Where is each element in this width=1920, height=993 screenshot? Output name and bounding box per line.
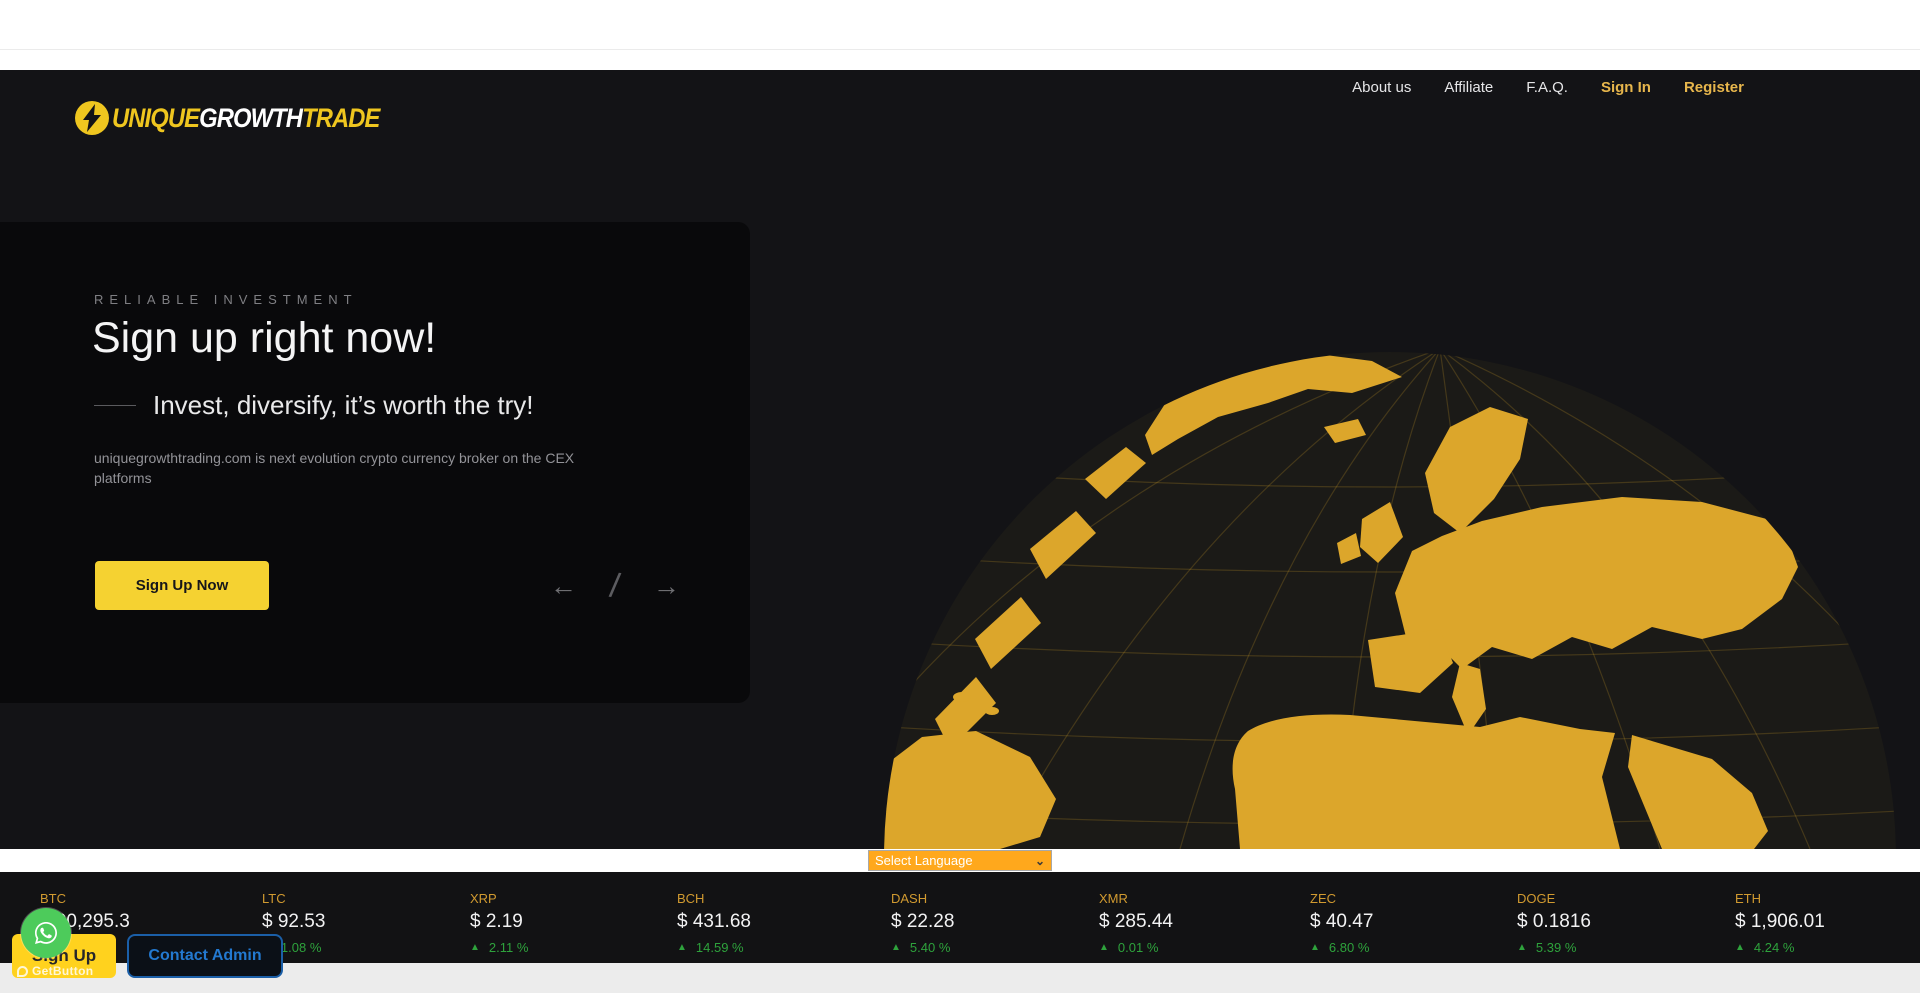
ticker-symbol: BCH [677, 891, 751, 906]
top-divider [0, 49, 1920, 50]
nav-sign-in[interactable]: Sign In [1601, 79, 1651, 96]
logo-bolt-icon [74, 100, 110, 136]
chevron-down-icon: ⌄ [1035, 854, 1045, 868]
up-triangle-icon: ▲ [677, 942, 687, 953]
carousel-controls: ← / → [550, 558, 680, 614]
hero-kicker: RELIABLE INVESTMENT [94, 292, 358, 307]
language-strip: Select Language ⌄ [0, 849, 1920, 872]
ticker-price: $ 92.53 [262, 911, 325, 933]
ticker-change: ▲ 14.59 % [677, 940, 751, 955]
ticker-price: $ 431.68 [677, 911, 751, 933]
nav-register[interactable]: Register [1684, 79, 1744, 96]
crypto-ticker: BTC $ 90,295.3 ▲ LTC $ 92.53 ▲ 1.08 % XR… [0, 872, 1920, 963]
ticker-item-bch: BCH $ 431.68 ▲ 14.59 % [677, 891, 751, 955]
bottom-strip [0, 963, 1920, 993]
ticker-symbol: ETH [1735, 891, 1825, 906]
ticker-price: $ 40.47 [1310, 911, 1373, 933]
top-navigation: About us Affiliate F.A.Q. Sign In Regist… [1352, 70, 1744, 104]
hero-card: RELIABLE INVESTMENT Sign up right now! I… [0, 222, 750, 703]
up-triangle-icon: ▲ [891, 942, 901, 953]
ticker-price: $ 1,906.01 [1735, 911, 1825, 933]
ticker-item-eth: ETH $ 1,906.01 ▲ 4.24 % [1735, 891, 1825, 955]
carousel-separator: / [608, 566, 623, 606]
language-select-value: Select Language [875, 853, 973, 868]
ticker-item-zec: ZEC $ 40.47 ▲ 6.80 % [1310, 891, 1373, 955]
up-triangle-icon: ▲ [1310, 942, 1320, 953]
whatsapp-icon [30, 917, 62, 949]
carousel-prev-icon[interactable]: ← [550, 573, 577, 600]
ticker-item-doge: DOGE $ 0.1816 ▲ 5.39 % [1517, 891, 1591, 955]
carousel-next-icon[interactable]: → [653, 573, 680, 600]
logo-text-growth: GROWTH [199, 103, 302, 133]
nav-faq[interactable]: F.A.Q. [1526, 79, 1568, 96]
logo-text-trade: TRADE [302, 103, 379, 133]
nav-about-us[interactable]: About us [1352, 79, 1411, 96]
up-triangle-icon: ▲ [1735, 942, 1745, 953]
ticker-symbol: LTC [262, 891, 325, 906]
page: UNIQUEGROWTHTRADE About us Affiliate F.A… [0, 0, 1920, 993]
hero-subtitle-row: Invest, diversify, it’s worth the try! [94, 390, 534, 421]
getbutton-label: GetButton [32, 964, 93, 978]
ticker-change: ▲ 4.24 % [1735, 940, 1825, 955]
getbutton-icon [17, 966, 28, 977]
globe-illustration [880, 337, 1920, 849]
hero-subtitle: Invest, diversify, it’s worth the try! [153, 390, 534, 421]
ticker-item-xmr: XMR $ 285.44 ▲ 0.01 % [1099, 891, 1173, 955]
ticker-item-xrp: XRP $ 2.19 ▲ 2.11 % [470, 891, 528, 955]
ticker-change: ▲ 6.80 % [1310, 940, 1373, 955]
subtitle-line [94, 405, 136, 406]
ticker-change: ▲ 2.11 % [470, 940, 528, 955]
ticker-symbol: DASH [891, 891, 954, 906]
ticker-price: $ 2.19 [470, 911, 528, 933]
ticker-symbol: DOGE [1517, 891, 1591, 906]
ticker-change: ▲ 5.39 % [1517, 940, 1591, 955]
logo-text-unique: UNIQUE [112, 103, 199, 133]
up-triangle-icon: ▲ [1517, 942, 1527, 953]
main-section: UNIQUEGROWTHTRADE About us Affiliate F.A… [0, 70, 1920, 849]
ticker-change: ▲ 5.40 % [891, 940, 954, 955]
top-bar [0, 0, 1920, 70]
ticker-symbol: BTC [40, 891, 130, 906]
ticker-price: $ 22.28 [891, 911, 954, 933]
up-triangle-icon: ▲ [470, 942, 480, 953]
ticker-item-dash: DASH $ 22.28 ▲ 5.40 % [891, 891, 954, 955]
nav-affiliate[interactable]: Affiliate [1444, 79, 1493, 96]
ticker-symbol: ZEC [1310, 891, 1373, 906]
up-triangle-icon: ▲ [1099, 942, 1109, 953]
ticker-change: ▲ 0.01 % [1099, 940, 1173, 955]
whatsapp-chat-button[interactable] [21, 908, 71, 958]
ticker-symbol: XRP [470, 891, 528, 906]
logo[interactable]: UNIQUEGROWTHTRADE [74, 96, 416, 140]
ticker-symbol: XMR [1099, 891, 1173, 906]
getbutton-watermark[interactable]: GetButton [17, 964, 93, 978]
ticker-price: $ 0.1816 [1517, 911, 1591, 933]
hero-description: uniquegrowthtrading.com is next evolutio… [94, 448, 584, 488]
hero-title: Sign up right now! [92, 314, 436, 363]
contact-admin-button[interactable]: Contact Admin [127, 934, 283, 978]
sign-up-now-button[interactable]: Sign Up Now [95, 561, 269, 610]
language-select[interactable]: Select Language ⌄ [868, 850, 1052, 871]
ticker-price: $ 285.44 [1099, 911, 1173, 933]
